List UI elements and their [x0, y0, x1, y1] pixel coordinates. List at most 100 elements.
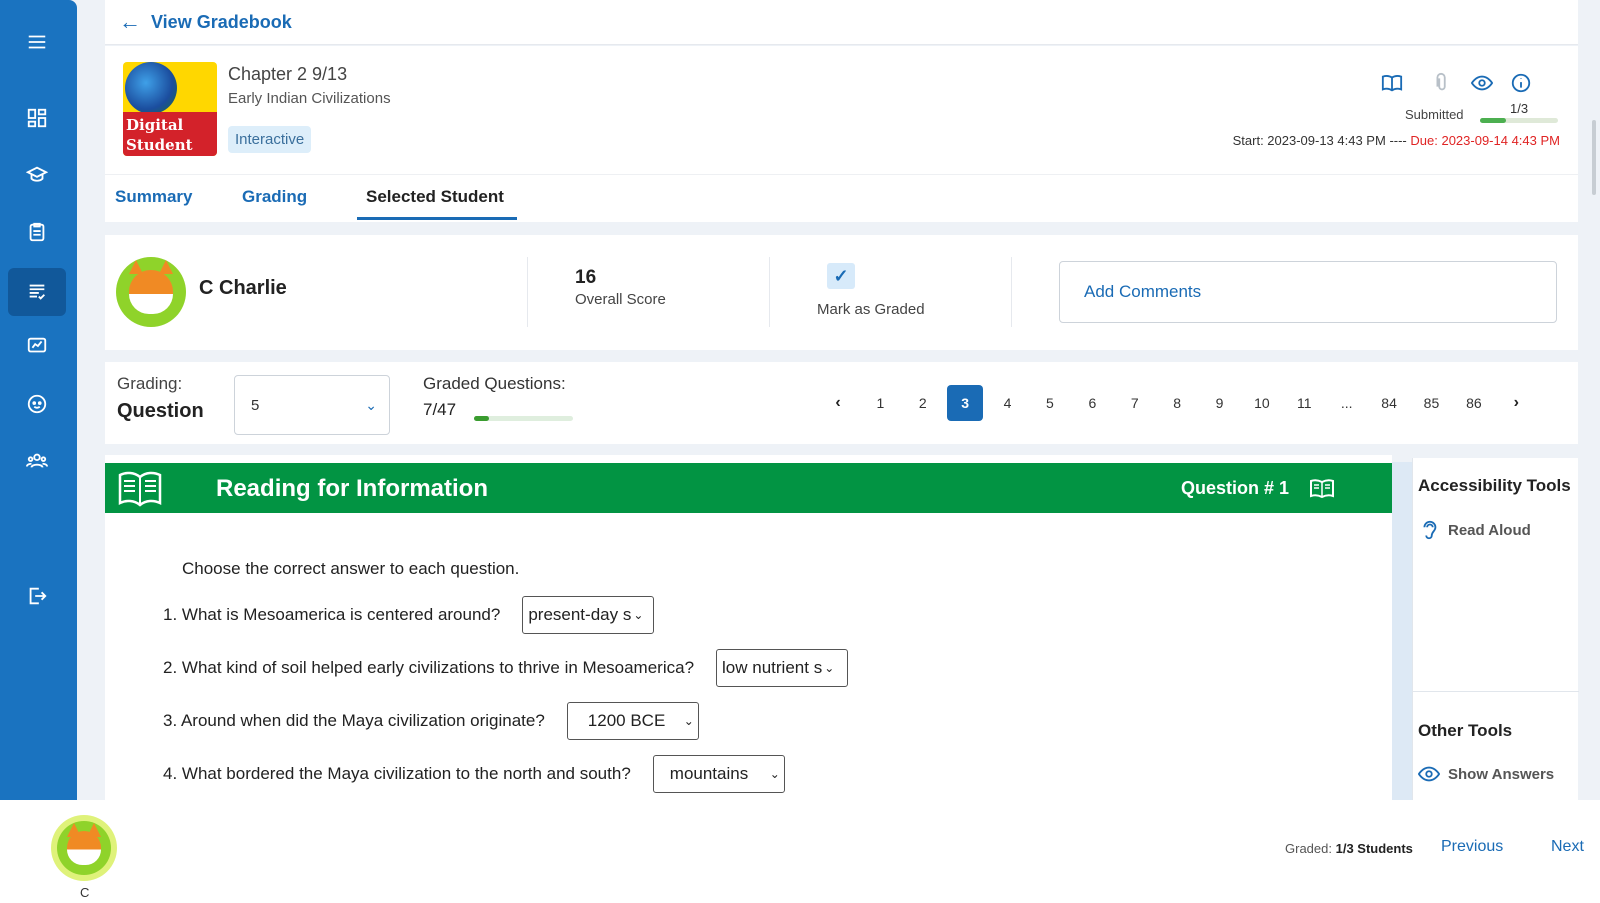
page-button[interactable]: 85: [1413, 385, 1449, 421]
question-item: 3. Around when did the Maya civilization…: [163, 702, 699, 740]
avatar: [57, 821, 111, 875]
chat-chart-icon[interactable]: [8, 322, 66, 370]
assignments-icon[interactable]: [8, 268, 66, 316]
page-button[interactable]: 6: [1074, 385, 1110, 421]
previous-button[interactable]: Previous: [1441, 838, 1503, 856]
submitted-progress-fill: [1480, 118, 1506, 123]
chevron-down-icon: ⌄: [633, 608, 644, 622]
back-arrow-icon[interactable]: ←: [119, 11, 141, 33]
back-bar: ← View Gradebook: [105, 0, 1578, 45]
read-aloud-button[interactable]: Read Aloud: [1418, 519, 1531, 541]
page-button[interactable]: 86: [1456, 385, 1492, 421]
accessibility-tools-title: Accessibility Tools: [1418, 476, 1571, 495]
grading-mode: Question: [117, 400, 204, 422]
assignment-card: Digital Student Book Chapter 2 9/13 Earl…: [105, 46, 1578, 174]
submitted-fraction: 1/3: [1510, 101, 1529, 116]
footer: C Graded: 1/3 Students Previous Next: [0, 800, 1600, 903]
tab-grading[interactable]: Grading: [242, 187, 307, 207]
active-tab-indicator: [357, 217, 517, 220]
due-date: Due: 2023-09-14 4:43 PM: [1410, 133, 1560, 148]
grading-select-value: 5: [251, 396, 260, 414]
face-icon[interactable]: [8, 380, 66, 428]
read-aloud-label: Read Aloud: [1448, 521, 1531, 539]
divider: [1011, 257, 1012, 327]
answer-dropdown[interactable]: present-day s ⌄: [522, 596, 655, 634]
page-button[interactable]: 5: [1032, 385, 1068, 421]
answer-dropdown[interactable]: 1200 BCE ⌄: [566, 702, 699, 740]
open-book-icon: [118, 471, 162, 507]
question-text: 2. What kind of soil helped early civili…: [163, 658, 695, 677]
answer-value: low nutrient s: [722, 658, 823, 677]
info-icon[interactable]: [1509, 71, 1533, 95]
page-button[interactable]: 3: [947, 385, 984, 421]
eye-icon: [1418, 766, 1440, 782]
date-separator: ----: [1389, 133, 1407, 148]
page-button[interactable]: 4: [990, 385, 1026, 421]
question-number: Question # 1: [1180, 478, 1289, 498]
view-gradebook-link[interactable]: View Gradebook: [151, 12, 292, 33]
page-button[interactable]: 84: [1371, 385, 1407, 421]
grading-label: Grading:: [117, 374, 183, 393]
student-card: C Charlie 16 Overall Score ✓ Mark as Gra…: [105, 235, 1578, 350]
grading-question-select[interactable]: 5 ⌄: [234, 375, 390, 435]
show-answers-button[interactable]: Show Answers: [1418, 763, 1554, 785]
assignment-subtitle: Early Indian Civilizations: [228, 90, 391, 107]
tools-panel: Accessibility Tools Read Aloud Other Too…: [1412, 458, 1579, 800]
tab-selected-student[interactable]: Selected Student: [366, 187, 504, 207]
cover-text: Digital Student Book: [123, 112, 217, 156]
question-text: 4. What bordered the Maya civilization t…: [163, 764, 631, 783]
next-button[interactable]: Next: [1551, 838, 1584, 856]
chevron-down-icon: ⌄: [365, 396, 377, 413]
assignment-dates: Start: 2023-09-13 4:43 PM ---- Due: 2023…: [1233, 133, 1560, 148]
clipboard-icon[interactable]: [8, 208, 66, 256]
chevron-right-icon[interactable]: ›: [1498, 385, 1534, 421]
question-content: Reading for Information Question # 1 Cho…: [105, 455, 1392, 800]
submitted-label: Submitted: [1405, 107, 1464, 122]
book-icon[interactable]: [1380, 71, 1404, 95]
page-button[interactable]: 11: [1286, 385, 1322, 421]
question-item: 2. What kind of soil helped early civili…: [163, 649, 849, 687]
chevron-left-icon[interactable]: ‹: [820, 385, 856, 421]
menu-icon[interactable]: [8, 18, 66, 66]
answer-dropdown[interactable]: mountains ⌄: [652, 755, 785, 793]
scrollbar[interactable]: [1592, 120, 1596, 195]
graded-questions-progress-fill: [474, 416, 489, 421]
chevron-down-icon: ⌄: [824, 661, 835, 675]
other-tools-title: Other Tools: [1418, 721, 1513, 740]
page-button[interactable]: 2: [905, 385, 941, 421]
question-item: 4. What bordered the Maya civilization t…: [163, 755, 785, 793]
eye-icon[interactable]: [1470, 71, 1494, 95]
page-ellipsis: ...: [1340, 395, 1353, 411]
group-icon[interactable]: [8, 437, 66, 485]
tools-panel-divider: [1392, 462, 1412, 800]
page-button[interactable]: 10: [1244, 385, 1280, 421]
answer-value: present-day s: [528, 605, 632, 624]
divider: [527, 257, 528, 327]
student-name: C Charlie: [199, 277, 287, 299]
chevron-down-icon: ⌄: [769, 767, 780, 781]
graded-questions-progress: [474, 416, 573, 421]
section-title: Reading for Information: [216, 475, 488, 502]
graded-students-value: 1/3 Students: [1335, 841, 1413, 856]
tab-summary[interactable]: Summary: [115, 187, 192, 207]
overall-score-value: 16: [575, 267, 597, 288]
answer-value: mountains: [669, 764, 749, 783]
add-comments-button[interactable]: Add Comments: [1059, 261, 1557, 323]
answer-dropdown[interactable]: low nutrient s ⌄: [716, 649, 849, 687]
mark-as-graded-checkbox[interactable]: ✓: [827, 263, 855, 289]
graded-students-label: Graded:: [1285, 841, 1332, 856]
page-button[interactable]: 7: [1117, 385, 1153, 421]
section-header: Reading for Information Question # 1: [105, 463, 1392, 513]
dashboard-icon[interactable]: [8, 94, 66, 142]
page-button[interactable]: 9: [1202, 385, 1238, 421]
graduation-cap-icon[interactable]: [8, 151, 66, 199]
globe-graphic: [125, 62, 177, 114]
paperclip-icon[interactable]: [1430, 71, 1454, 95]
student-initial: C: [80, 885, 90, 900]
logout-icon[interactable]: [8, 572, 66, 620]
page-button[interactable]: 8: [1159, 385, 1195, 421]
grading-bar: Grading: Question 5 ⌄ Graded Questions: …: [105, 362, 1578, 444]
book-icon[interactable]: [1310, 478, 1334, 498]
sidebar: [0, 0, 77, 800]
page-button[interactable]: 1: [862, 385, 898, 421]
